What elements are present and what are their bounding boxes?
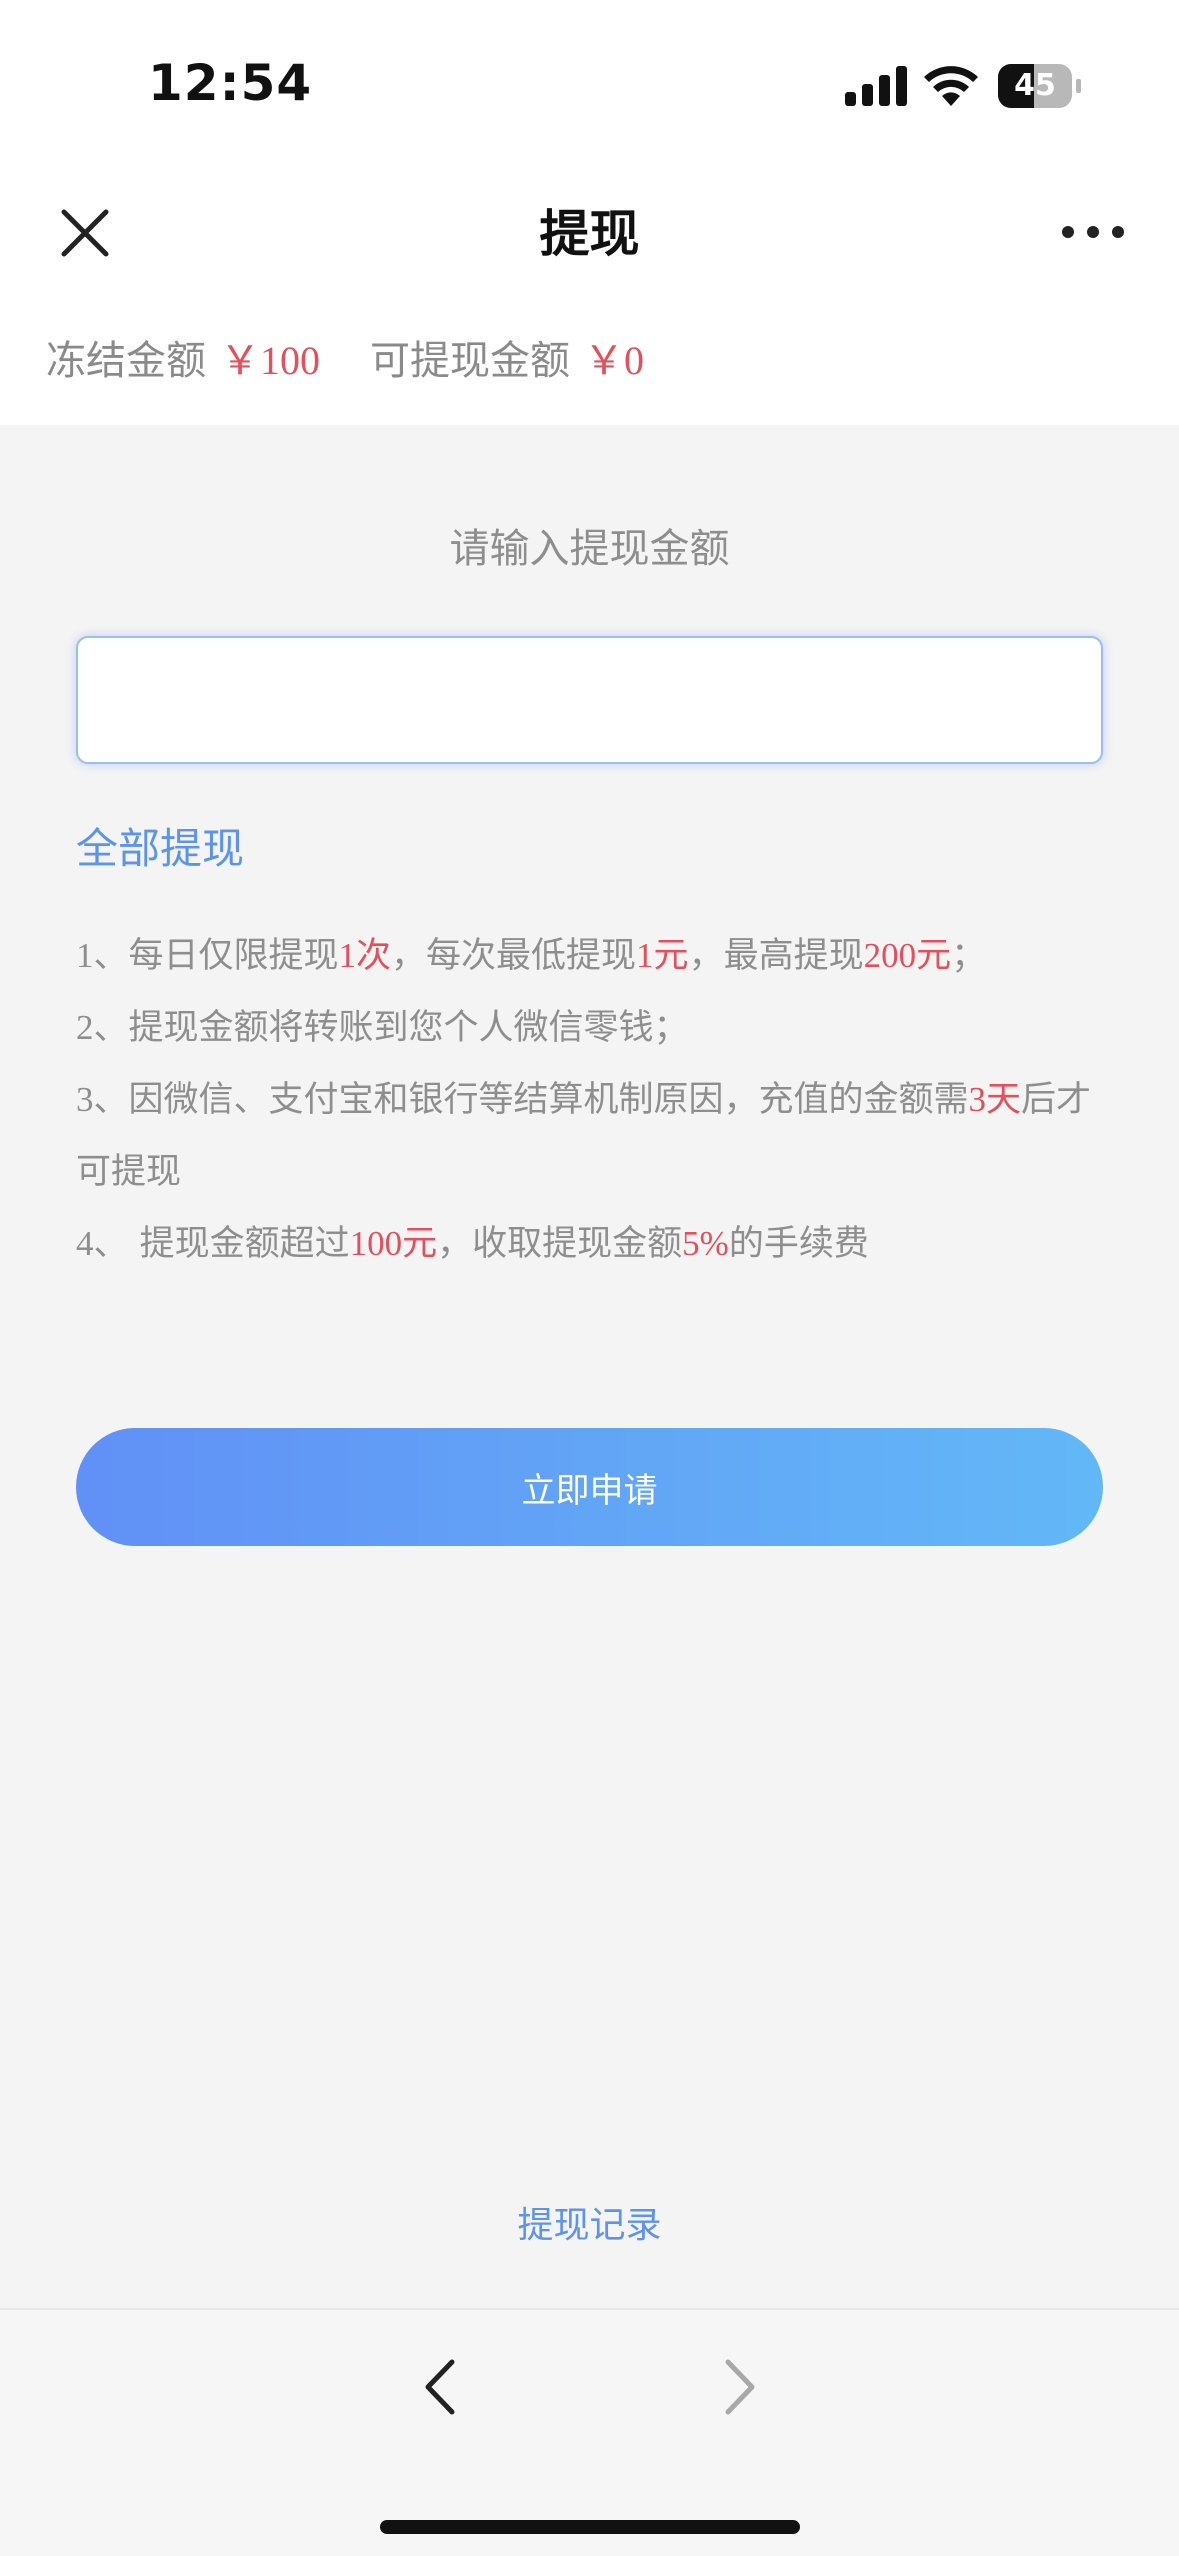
- amount-prompt: 请输入提现金额: [449, 526, 730, 572]
- page-title: 提现: [539, 205, 640, 263]
- rule-item: 1、每日仅限提现1次，每次最低提现1元，最高提现200元；: [76, 920, 1116, 992]
- rule-text: 、 提现金额超过: [93, 1224, 350, 1264]
- rule-text: 、每日仅限提现: [93, 936, 339, 976]
- available-balance-amount: ￥0: [584, 338, 644, 383]
- withdraw-records-link[interactable]: 提现记录: [0, 2196, 1179, 2248]
- more-icon[interactable]: [1060, 214, 1126, 250]
- rule-text: 1: [76, 936, 94, 975]
- rule-highlight: 1: [338, 936, 357, 975]
- rule-highlight: 元: [916, 936, 952, 976]
- rule-item: 4、 提现金额超过100元，收取提现金额5%的手续费: [76, 1208, 1116, 1280]
- rule-highlight: 3: [968, 1080, 987, 1119]
- rule-highlight: 200: [863, 936, 917, 975]
- rules-list: 1、每日仅限提现1次，每次最低提现1元，最高提现200元； 2、提现金额将转账到您…: [76, 920, 1116, 1280]
- rule-highlight: 次: [356, 936, 392, 976]
- rule-highlight: 元: [653, 936, 689, 976]
- rule-item: 2、提现金额将转账到您个人微信零钱；: [76, 992, 1116, 1064]
- rule-highlight: 天: [986, 1080, 1022, 1120]
- amount-input[interactable]: [76, 636, 1103, 764]
- chevron-left-icon[interactable]: [410, 2352, 470, 2422]
- status-bar: 12:54 45: [0, 0, 1179, 160]
- browser-bottom-bar: [0, 2308, 1179, 2556]
- rule-text: ；: [951, 936, 987, 976]
- frozen-balance-amount: ￥100: [220, 338, 320, 383]
- rule-text: 、因微信、支付宝和银行等结算机制原因，充值的金额需: [93, 1080, 969, 1120]
- rule-highlight: 5%: [682, 1224, 729, 1263]
- rule-text: ，收取提现金额: [437, 1224, 683, 1264]
- rule-text: 的手续费: [728, 1224, 869, 1264]
- frozen-balance: 冻结金额 ￥100: [46, 328, 320, 386]
- home-indicator: [380, 2520, 800, 2534]
- rule-text: ，最高提现: [688, 936, 864, 976]
- rule-highlight: 1: [636, 936, 654, 975]
- apply-button[interactable]: 立即申请: [76, 1428, 1103, 1546]
- rule-text: 、提现金额将转账到您个人微信零钱；: [93, 1008, 689, 1048]
- rule-text: 2: [76, 1008, 94, 1047]
- signal-icon: [845, 66, 907, 106]
- nav-header: 提现: [0, 160, 1179, 290]
- balance-row: 冻结金额 ￥100 可提现金额 ￥0: [0, 290, 1179, 425]
- rule-text: 4: [76, 1224, 94, 1263]
- chevron-right-icon[interactable]: [710, 2352, 770, 2422]
- available-balance: 可提现金额 ￥0: [370, 328, 644, 386]
- rule-text: ，每次最低提现: [391, 936, 637, 976]
- rule-item: 3、因微信、支付宝和银行等结算机制原因，充值的金额需3天后才可提现: [76, 1064, 1116, 1208]
- frozen-balance-label: 冻结金额: [46, 338, 206, 384]
- status-time: 12:54: [148, 54, 313, 112]
- rule-highlight: 元: [402, 1224, 438, 1264]
- withdraw-all-link[interactable]: 全部提现: [76, 815, 244, 876]
- rule-text: 3: [76, 1080, 94, 1119]
- wifi-icon: [924, 66, 978, 106]
- battery-level: 45: [1014, 68, 1056, 103]
- available-balance-label: 可提现金额: [370, 338, 570, 384]
- rule-highlight: 100: [349, 1224, 403, 1263]
